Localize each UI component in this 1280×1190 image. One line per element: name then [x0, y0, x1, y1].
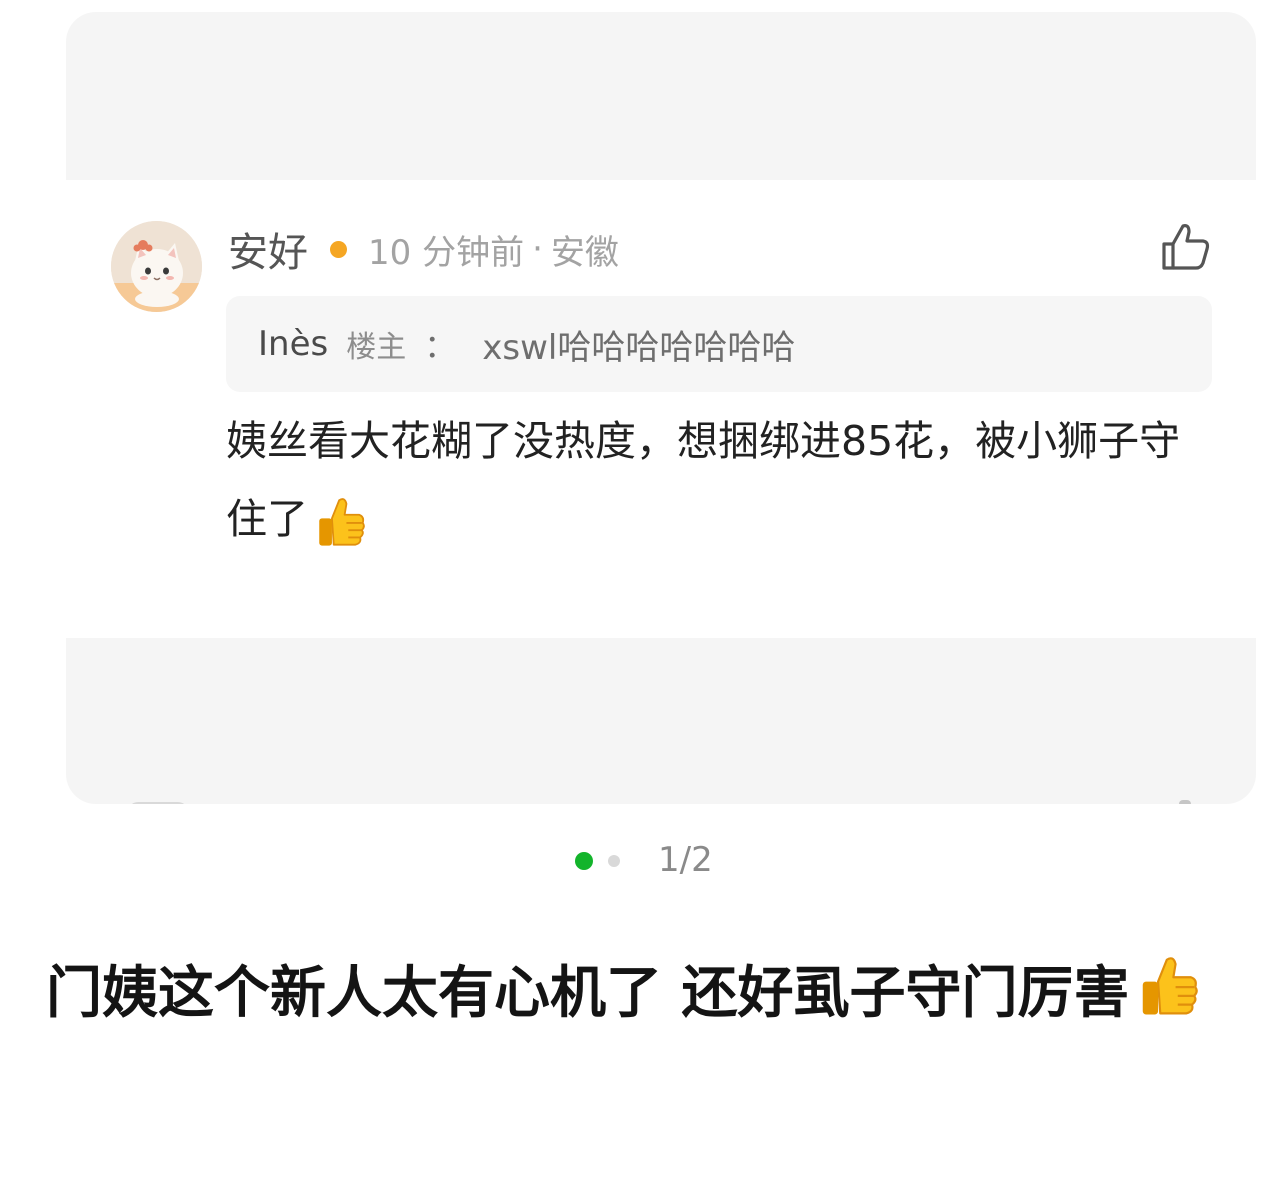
page-indicator: 1/2 [658, 840, 713, 880]
pager-dot-inactive[interactable] [608, 855, 620, 867]
post-caption-text: 门姨这个新人太有心机了 还好虱子守门厉害 [46, 961, 1130, 1026]
quoted-reply[interactable]: Inès 楼主 ： xswl哈哈哈哈哈哈哈 [226, 296, 1212, 392]
pager-dot-active[interactable] [575, 852, 593, 870]
carousel-pager: 1/2 [0, 838, 1280, 884]
cat-avatar-icon [111, 221, 202, 312]
screenshot-card: 安好 10 分钟前 · 安徽 Inès 楼主 ： xswl哈哈哈哈哈哈哈 姨丝看… [66, 12, 1256, 804]
comment-item: 安好 10 分钟前 · 安徽 Inès 楼主 ： xswl哈哈哈哈哈哈哈 姨丝看… [66, 180, 1256, 804]
comment-body: 姨丝看大花糊了没热度，想捆绑进85花，被小狮子守住了 [226, 402, 1206, 558]
thumbs-up-emoji-icon [312, 492, 370, 552]
quoted-username[interactable]: Inès [258, 324, 328, 364]
username[interactable]: 安好 [228, 220, 308, 278]
quoted-text: xswl哈哈哈哈哈哈哈 [482, 327, 796, 368]
thumbs-up-outline-icon[interactable] [1158, 218, 1214, 274]
quote-colon: ： [424, 327, 457, 365]
op-badge: 楼主 [346, 330, 407, 365]
meta-separator: · [532, 229, 543, 269]
next-comment-like-icon [1179, 800, 1191, 804]
next-comment-avatar [128, 802, 188, 804]
comment-meta: 安好 10 分钟前 · 安徽 [228, 226, 619, 276]
comment-time: 10 分钟前 [368, 232, 525, 273]
user-avatar[interactable] [111, 221, 202, 312]
thumbs-up-emoji-icon [1134, 950, 1204, 1022]
comment-location: 安徽 [550, 232, 619, 273]
level-dot-icon [330, 240, 347, 258]
post-caption: 门姨这个新人太有心机了 还好虱子守门厉害 [46, 946, 1246, 1042]
